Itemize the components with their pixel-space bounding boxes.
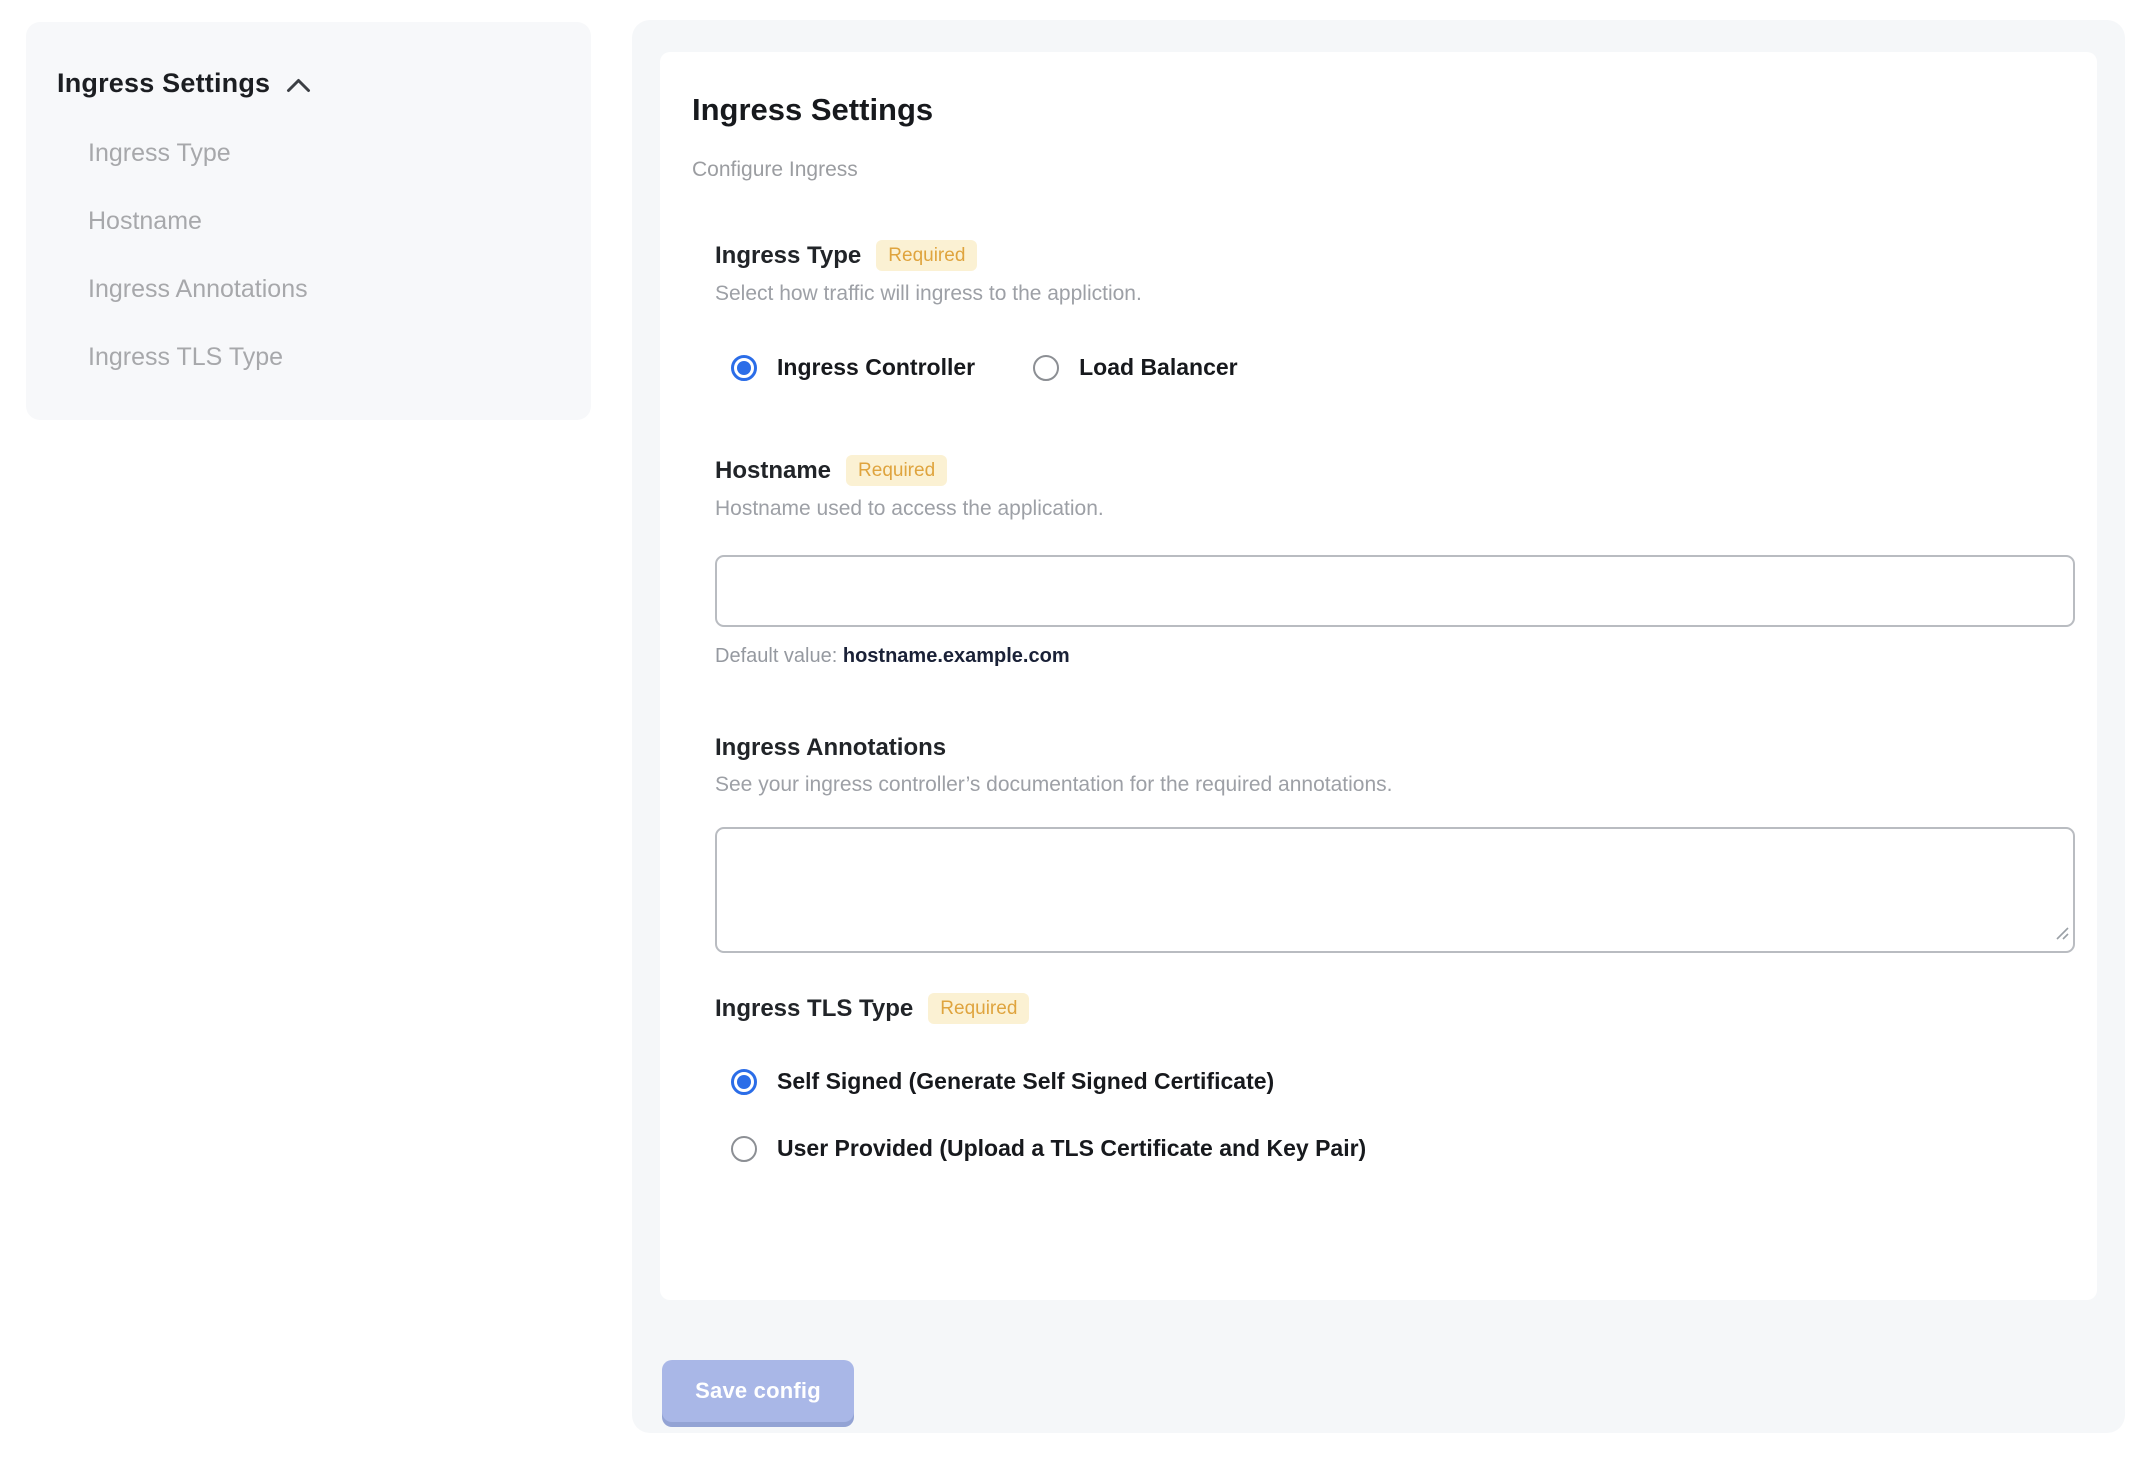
- sidebar-section-ingress-settings[interactable]: Ingress Settings: [57, 68, 561, 99]
- sidebar-item-ingress-type[interactable]: Ingress Type: [88, 141, 561, 166]
- settings-panel: Ingress Settings Configure Ingress Ingre…: [632, 20, 2125, 1433]
- radio-option-ingress-controller[interactable]: Ingress Controller: [731, 354, 975, 381]
- hostname-default-line: Default value: hostname.example.com: [715, 645, 2075, 668]
- radio-label: Ingress Controller: [777, 354, 976, 380]
- required-badge: Required: [928, 993, 1030, 1024]
- ingress-type-radio-group: Ingress Controller Load Balancer: [715, 354, 2075, 381]
- ingress-settings-card: Ingress Settings Configure Ingress Ingre…: [660, 52, 2097, 1300]
- field-ingress-annotations: Ingress Annotations See your ingress con…: [715, 734, 2075, 953]
- resize-handle-icon[interactable]: [2054, 925, 2070, 946]
- settings-sidebar: Ingress Settings Ingress Type Hostname I…: [26, 22, 591, 420]
- radio-label: User Provided (Upload a TLS Certificate …: [777, 1135, 1367, 1161]
- field-hostname: Hostname Required Hostname used to acces…: [715, 455, 2075, 668]
- radio-icon[interactable]: [731, 1068, 757, 1095]
- radio-icon[interactable]: [731, 354, 757, 381]
- form-fields: Ingress Type Required Select how traffic…: [692, 240, 2075, 1162]
- radio-option-self-signed[interactable]: Self Signed (Generate Self Signed Certif…: [731, 1068, 2075, 1095]
- ingress-annotations-textarea[interactable]: [715, 827, 2075, 953]
- sidebar-item-hostname[interactable]: Hostname: [88, 209, 561, 234]
- sidebar-item-ingress-annotations[interactable]: Ingress Annotations: [88, 277, 561, 302]
- sidebar-section-title: Ingress Settings: [57, 68, 271, 98]
- page-subtitle: Configure Ingress: [692, 158, 858, 181]
- radio-option-user-provided[interactable]: User Provided (Upload a TLS Certificate …: [731, 1135, 2075, 1162]
- hostname-input[interactable]: [715, 555, 2075, 627]
- field-ingress-type: Ingress Type Required Select how traffic…: [715, 240, 2075, 381]
- radio-icon[interactable]: [731, 1135, 757, 1162]
- sidebar-item-ingress-tls-type[interactable]: Ingress TLS Type: [88, 345, 561, 370]
- field-label-ingress-type: Ingress Type: [715, 241, 862, 269]
- radio-label: Self Signed (Generate Self Signed Certif…: [777, 1068, 1275, 1094]
- field-description-ingress-type: Select how traffic will ingress to the a…: [715, 282, 1142, 305]
- field-label-ingress-annotations: Ingress Annotations: [715, 734, 947, 761]
- field-description-hostname: Hostname used to access the application.: [715, 497, 1104, 520]
- field-ingress-tls-type: Ingress TLS Type Required Self Signed (G…: [715, 993, 2075, 1162]
- field-description-ingress-annotations: See your ingress controller’s documentat…: [715, 773, 1393, 796]
- field-label-hostname: Hostname: [715, 456, 832, 484]
- radio-label: Load Balancer: [1079, 354, 1238, 380]
- required-badge: Required: [876, 240, 978, 271]
- save-config-button[interactable]: Save config: [662, 1360, 854, 1422]
- required-badge: Required: [846, 455, 948, 486]
- radio-option-load-balancer[interactable]: Load Balancer: [1033, 354, 1238, 381]
- radio-icon[interactable]: [1033, 354, 1060, 381]
- field-label-ingress-tls-type: Ingress TLS Type: [715, 994, 914, 1022]
- default-value-prefix: Default value:: [715, 645, 843, 667]
- default-value-text: hostname.example.com: [842, 645, 1070, 667]
- sidebar-item-list: Ingress Type Hostname Ingress Annotation…: [57, 141, 561, 370]
- page-title: Ingress Settings: [692, 92, 934, 127]
- chevron-up-icon[interactable]: [286, 78, 311, 93]
- ingress-tls-radio-group: Self Signed (Generate Self Signed Certif…: [715, 1068, 2075, 1162]
